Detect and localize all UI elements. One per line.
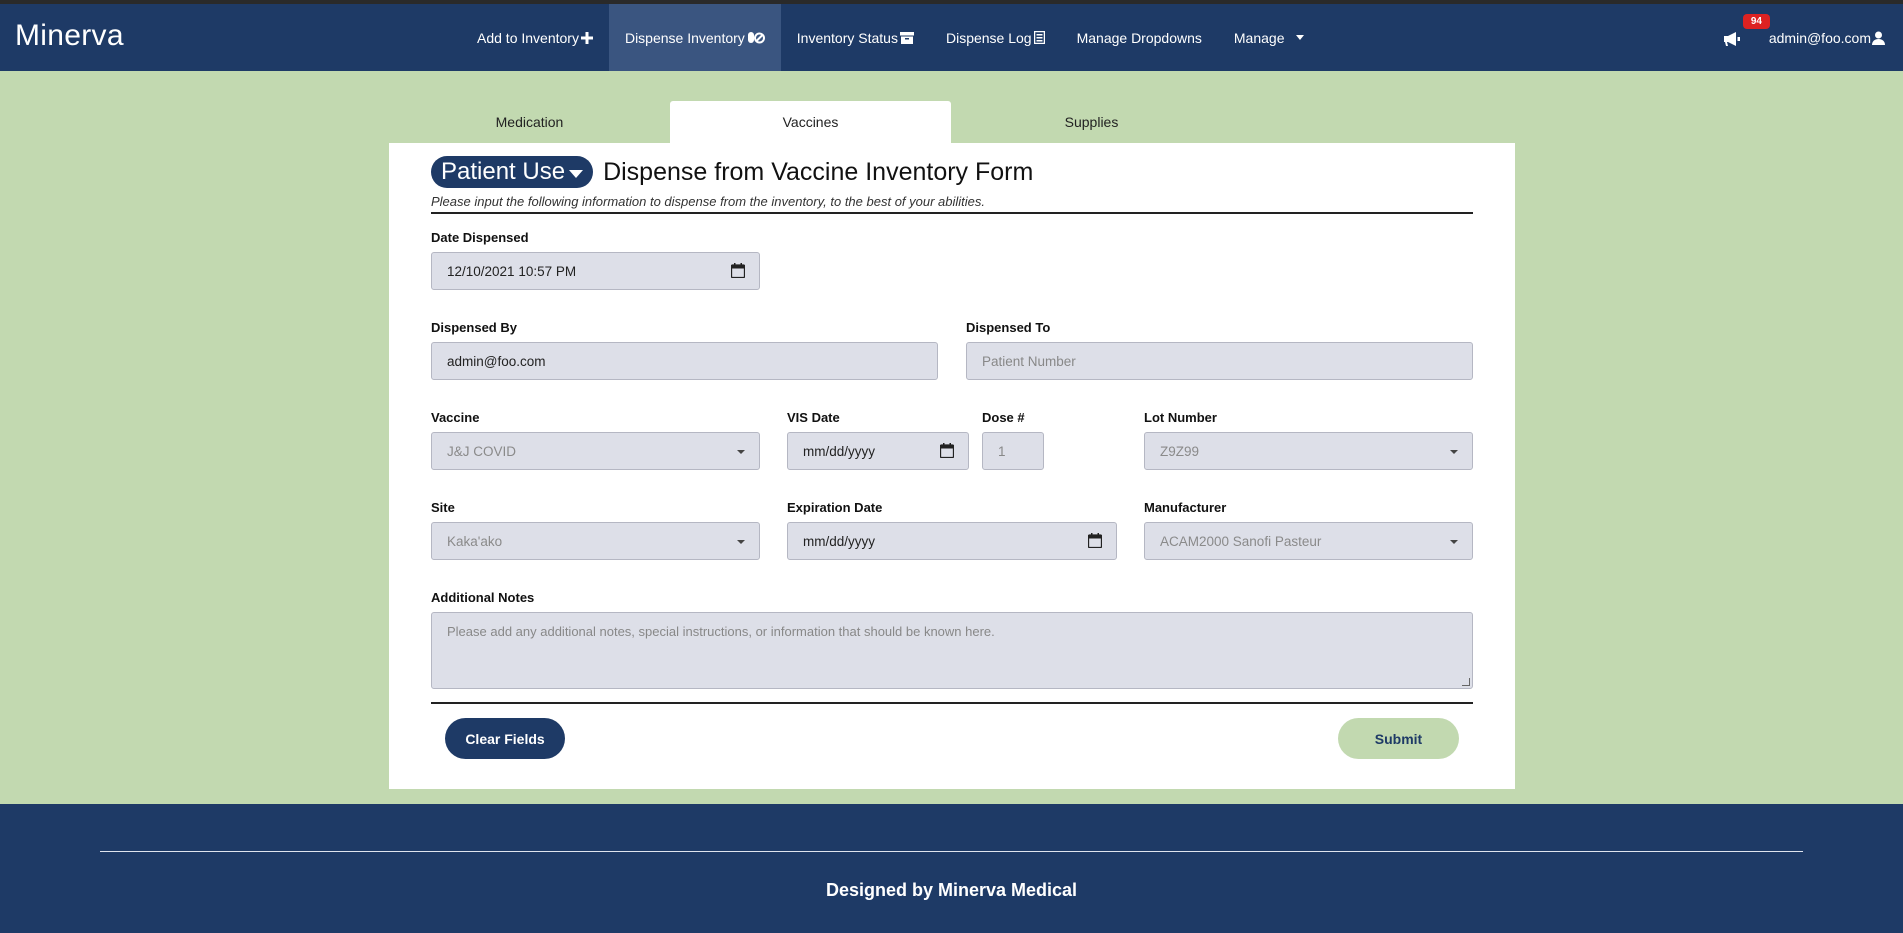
top-navbar: Minerva Add to Inventory Dispense Invent… [0, 4, 1903, 71]
lot-number-select[interactable]: Z9Z99 [1144, 432, 1473, 470]
expiration-date-input[interactable]: mm/dd/yyyy [787, 522, 1117, 560]
manufacturer-label: Manufacturer [1144, 500, 1227, 515]
tab-supplies[interactable]: Supplies [951, 101, 1232, 143]
vaccine-value: J&J COVID [447, 443, 517, 459]
nav-links: Add to Inventory Dispense Inventory Inve… [461, 4, 1320, 71]
mode-label: Patient Use [441, 158, 566, 185]
site-select[interactable]: Kaka'ako [431, 522, 760, 560]
nav-inventory-status[interactable]: Inventory Status [781, 4, 930, 71]
expiration-date-label: Expiration Date [787, 500, 883, 515]
date-dispensed-input[interactable]: 12/10/2021 10:57 PM [431, 252, 760, 290]
header-divider [431, 212, 1473, 214]
brand-logo[interactable]: Minerva [15, 19, 124, 53]
calendar-icon[interactable] [1088, 533, 1102, 548]
nav-manage-dropdowns[interactable]: Manage Dropdowns [1061, 4, 1218, 71]
additional-notes-placeholder: Please add any additional notes, special… [447, 624, 995, 639]
archive-icon [899, 31, 914, 44]
dropdown-arrow-icon [737, 540, 745, 544]
form-header: Patient Use Dispense from Vaccine Invent… [431, 156, 1033, 188]
pills-icon [747, 32, 765, 44]
log-icon [1033, 31, 1045, 44]
tab-medication[interactable]: Medication [389, 101, 670, 143]
vis-date-value: mm/dd/yyyy [803, 443, 876, 459]
form-subtitle: Please input the following information t… [431, 194, 986, 209]
mode-dropdown[interactable]: Patient Use [431, 156, 594, 188]
megaphone-icon [1723, 31, 1740, 46]
dispensed-by-value: admin@foo.com [447, 353, 546, 369]
user-menu[interactable]: admin@foo.com [1769, 30, 1885, 46]
nav-right: 94 admin@foo.com [1723, 4, 1885, 71]
caret-down-icon [569, 169, 584, 178]
date-dispensed-label: Date Dispensed [431, 230, 529, 245]
calendar-icon[interactable] [940, 443, 954, 458]
dispensed-by-input[interactable]: admin@foo.com [431, 342, 938, 380]
dose-input[interactable]: 1 [982, 432, 1044, 470]
dropdown-arrow-icon [1450, 540, 1458, 544]
dispensed-to-input[interactable]: Patient Number [966, 342, 1473, 380]
user-email: admin@foo.com [1768, 29, 1871, 46]
vaccine-select[interactable]: J&J COVID [431, 432, 760, 470]
dispensed-to-label: Dispensed To [966, 320, 1051, 335]
site-label: Site [431, 500, 455, 515]
notification-count-badge: 94 [1742, 13, 1770, 29]
additional-notes-textarea[interactable]: Please add any additional notes, special… [431, 612, 1473, 689]
lot-number-label: Lot Number [1144, 410, 1217, 425]
form-title: Dispense from Vaccine Inventory Form [603, 157, 1034, 186]
dose-placeholder: 1 [998, 443, 1006, 459]
footer-credit: Designed by Minerva Medical [825, 880, 1078, 900]
vaccine-label: Vaccine [431, 410, 480, 425]
nav-add-to-inventory[interactable]: Add to Inventory [461, 4, 609, 71]
expiration-date-value: mm/dd/yyyy [803, 533, 876, 549]
inventory-type-tabs: Medication Vaccines Supplies [389, 101, 1515, 143]
nav-manage-menu[interactable]: Manage [1218, 4, 1321, 71]
site-value: Kaka'ako [447, 533, 503, 549]
nav-inventory-status-label: Inventory Status [796, 29, 898, 46]
submit-button[interactable]: Submit [1338, 718, 1459, 759]
nav-add-to-inventory-label: Add to Inventory [477, 29, 579, 46]
footer-divider [431, 702, 1473, 704]
dispensed-to-placeholder: Patient Number [982, 353, 1076, 369]
dropdown-arrow-icon [1450, 450, 1458, 454]
date-dispensed-value: 12/10/2021 10:57 PM [447, 263, 577, 279]
clear-fields-button[interactable]: Clear Fields [445, 718, 565, 759]
chevron-down-icon [1296, 35, 1305, 40]
nav-dispense-inventory-label: Dispense Inventory [624, 29, 745, 46]
vis-date-input[interactable]: mm/dd/yyyy [787, 432, 969, 470]
manufacturer-value: ACAM2000 Sanofi Pasteur [1160, 533, 1322, 549]
lot-number-value: Z9Z99 [1160, 443, 1200, 459]
tab-vaccines[interactable]: Vaccines [670, 101, 951, 143]
additional-notes-label: Additional Notes [431, 590, 535, 605]
calendar-icon[interactable] [731, 263, 745, 278]
nav-dispense-log[interactable]: Dispense Log [930, 4, 1061, 71]
manufacturer-select[interactable]: ACAM2000 Sanofi Pasteur [1144, 522, 1473, 560]
dose-label: Dose # [982, 410, 1025, 425]
footer-rule [100, 851, 1803, 852]
resize-handle-icon[interactable] [1462, 678, 1470, 686]
page-footer: Designed by Minerva Medical [0, 804, 1903, 933]
nav-manage-label: Manage [1233, 29, 1285, 46]
notifications-button[interactable]: 94 [1723, 13, 1770, 48]
dispensed-by-label: Dispensed By [431, 320, 517, 335]
nav-dispense-log-label: Dispense Log [945, 29, 1032, 46]
form-card: Patient Use Dispense from Vaccine Invent… [389, 143, 1515, 789]
plus-icon [580, 31, 593, 44]
dropdown-arrow-icon [737, 450, 745, 454]
vis-date-label: VIS Date [787, 410, 840, 425]
nav-manage-dropdowns-label: Manage Dropdowns [1076, 29, 1202, 46]
nav-dispense-inventory[interactable]: Dispense Inventory [608, 4, 781, 71]
user-icon [1872, 31, 1885, 45]
